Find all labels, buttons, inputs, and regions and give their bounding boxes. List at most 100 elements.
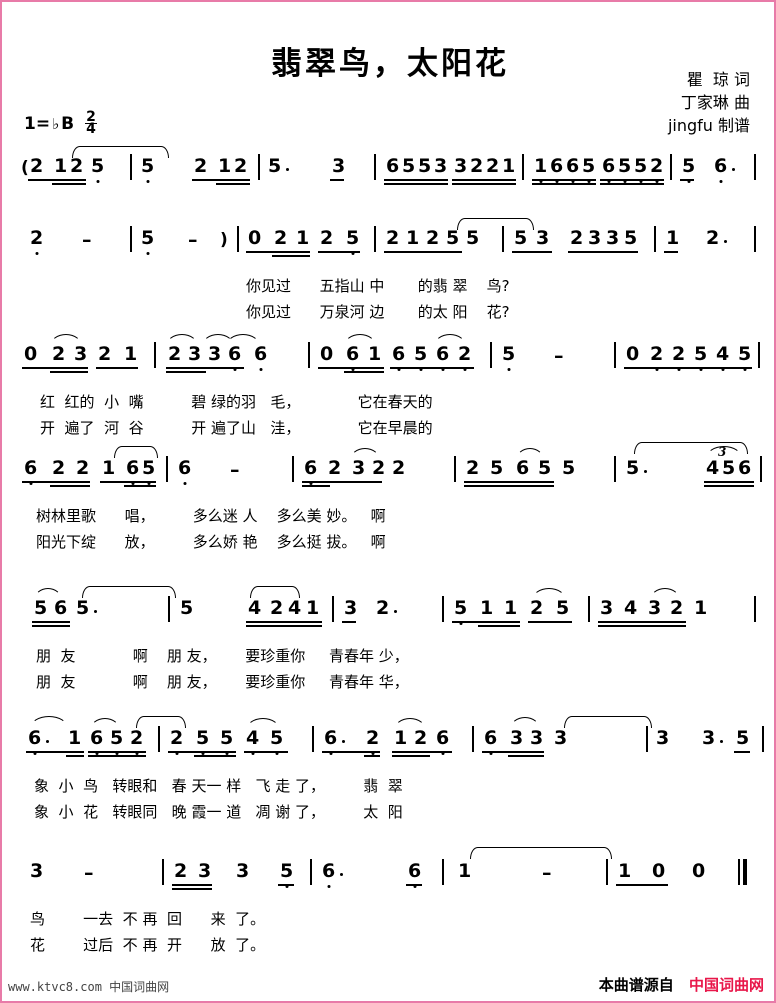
sheet-music-page: 翡翠鸟，太阳花 瞿 琼 词 丁家琳 曲 jingfu 制谱 1= ♭ B 2 4 (…: [0, 0, 776, 1003]
tie-arc: [470, 847, 612, 859]
beam: [452, 183, 516, 185]
beam: [392, 751, 452, 753]
note-glyph: 5: [634, 155, 648, 177]
barline: [670, 154, 672, 180]
note-glyph: 1: [502, 155, 516, 177]
note-glyph: 6: [178, 457, 192, 479]
final-barline: [738, 859, 750, 885]
barline: [442, 596, 444, 622]
note-glyph: 2: [672, 343, 686, 365]
note-glyph: 6: [346, 343, 360, 365]
note-glyph: 3: [30, 860, 44, 882]
note-glyph: 5: [34, 597, 48, 619]
note-glyph: 2: [366, 727, 380, 749]
note-glyph: 0: [626, 343, 640, 365]
lyric-line-2: 你见过 万泉河 边 的太 阳 花?: [246, 303, 510, 321]
lyric-line-1: 象 小 鸟 转眼和 春 天一 样 飞 走 了， 翡 翠: [34, 777, 403, 795]
barline: [758, 342, 760, 368]
note-glyph: 3: [510, 727, 524, 749]
barline: [646, 726, 648, 752]
beam: [384, 183, 448, 185]
note-glyph: 6: [386, 155, 400, 177]
note-glyph: 6: [566, 155, 580, 177]
note-glyph: 5: [736, 727, 750, 749]
beam: [616, 884, 668, 886]
note-glyph: 6: [254, 343, 268, 365]
hold-dash: –: [84, 862, 94, 884]
note-glyph: 2: [426, 227, 440, 249]
lyric-row: 朋 友 啊 朋 友， 要珍重你 青春年 少，: [2, 640, 776, 670]
beam: [342, 621, 356, 623]
note-glyph: 2: [650, 343, 664, 365]
beam: [166, 371, 206, 373]
note-glyph: 5: [268, 155, 282, 177]
beam: [50, 371, 88, 373]
augmentation-dot: [342, 740, 346, 744]
beam: [704, 481, 754, 483]
note-glyph: 5: [141, 227, 155, 249]
note-glyph: 3: [352, 457, 366, 479]
augmentation-dot: [732, 168, 736, 172]
note-glyph: 6: [436, 343, 450, 365]
beam: [452, 179, 516, 181]
lyric-row: 红 红的 小 嘴 碧 绿的羽 毛， 它在春天的: [2, 386, 776, 416]
lyric-line-1: 鸟 一去 不 再 回 来 了。: [30, 910, 266, 928]
note-glyph: 2: [650, 155, 664, 177]
note-row: 6 1 6 5 2 2 5 5 4 5 6 2 1 2 6 6 3 3 3 3 …: [2, 716, 776, 770]
note-glyph: 2: [52, 457, 66, 479]
music-system-6: 6 1 6 5 2 2 5 5 4 5 6 2 1 2 6 6 3 3 3 3 …: [2, 716, 776, 830]
beam: [344, 371, 384, 373]
lyric-line-1: 朋 友 啊 朋 友， 要珍重你 青春年 少，: [36, 647, 409, 665]
barline: [614, 342, 616, 368]
note-glyph: 6: [90, 727, 104, 749]
note-glyph: 3: [344, 597, 358, 619]
note-glyph: 1: [218, 155, 232, 177]
note-glyph: 5: [418, 155, 432, 177]
note-glyph: 1: [306, 597, 320, 619]
note-glyph: 5: [91, 155, 105, 177]
beam: [598, 625, 686, 627]
note-glyph: 5: [180, 597, 194, 619]
note-glyph: 3: [648, 597, 662, 619]
note-glyph: 6: [28, 727, 42, 749]
note-glyph: 2: [466, 457, 480, 479]
lyric-line-2: 阳光下绽 放， 多么娇 艳 多么挺 拔。 啊: [36, 533, 386, 551]
beam: [166, 367, 244, 369]
note-glyph: 5: [446, 227, 460, 249]
barline: [374, 226, 376, 252]
note-glyph: 6: [738, 457, 752, 479]
note-glyph: 2: [376, 597, 390, 619]
note-glyph: 1: [54, 155, 68, 177]
beam: [194, 755, 236, 757]
note-glyph: 1: [618, 860, 632, 882]
footer-source-url: www.ktvc8.com 中国词曲网: [8, 978, 169, 995]
music-system-2: 2 – 5 – ) 0 2 1 2 5 2 1 2 5 5 5 3 2 3 3 …: [2, 218, 776, 330]
note-glyph: 4: [246, 727, 260, 749]
beam: [32, 621, 70, 623]
note-glyph: 6: [54, 597, 68, 619]
beam: [452, 621, 520, 623]
barline: [454, 456, 456, 482]
augmentation-dot: [394, 610, 398, 614]
note-glyph: 5: [402, 155, 416, 177]
composer-credit: 丁家琳 曲: [680, 93, 750, 112]
note-row: 0 2 3 2 1 2 3 3 6 6 0 6 1 6 5 6 2 5 – 0 …: [2, 334, 776, 386]
beam: [246, 621, 322, 623]
note-glyph: 5: [346, 227, 360, 249]
barline: [606, 859, 608, 885]
note-glyph: 2: [486, 155, 500, 177]
note-glyph: 6: [408, 860, 422, 882]
lyric-line-1: 你见过 五指山 中 的翡 翠 鸟?: [246, 277, 510, 295]
beam: [568, 251, 638, 253]
tie-arc: [564, 716, 652, 728]
page-title: 翡翠鸟，太阳花: [271, 46, 509, 82]
note-glyph: 3: [236, 860, 250, 882]
hold-dash: –: [542, 862, 552, 884]
barline: [472, 726, 474, 752]
note-glyph: 1: [480, 597, 494, 619]
note-glyph: 5: [556, 597, 570, 619]
note-glyph: 1: [666, 227, 680, 249]
beam: [392, 755, 430, 757]
note-glyph: 6: [322, 860, 336, 882]
barline: [237, 226, 239, 252]
